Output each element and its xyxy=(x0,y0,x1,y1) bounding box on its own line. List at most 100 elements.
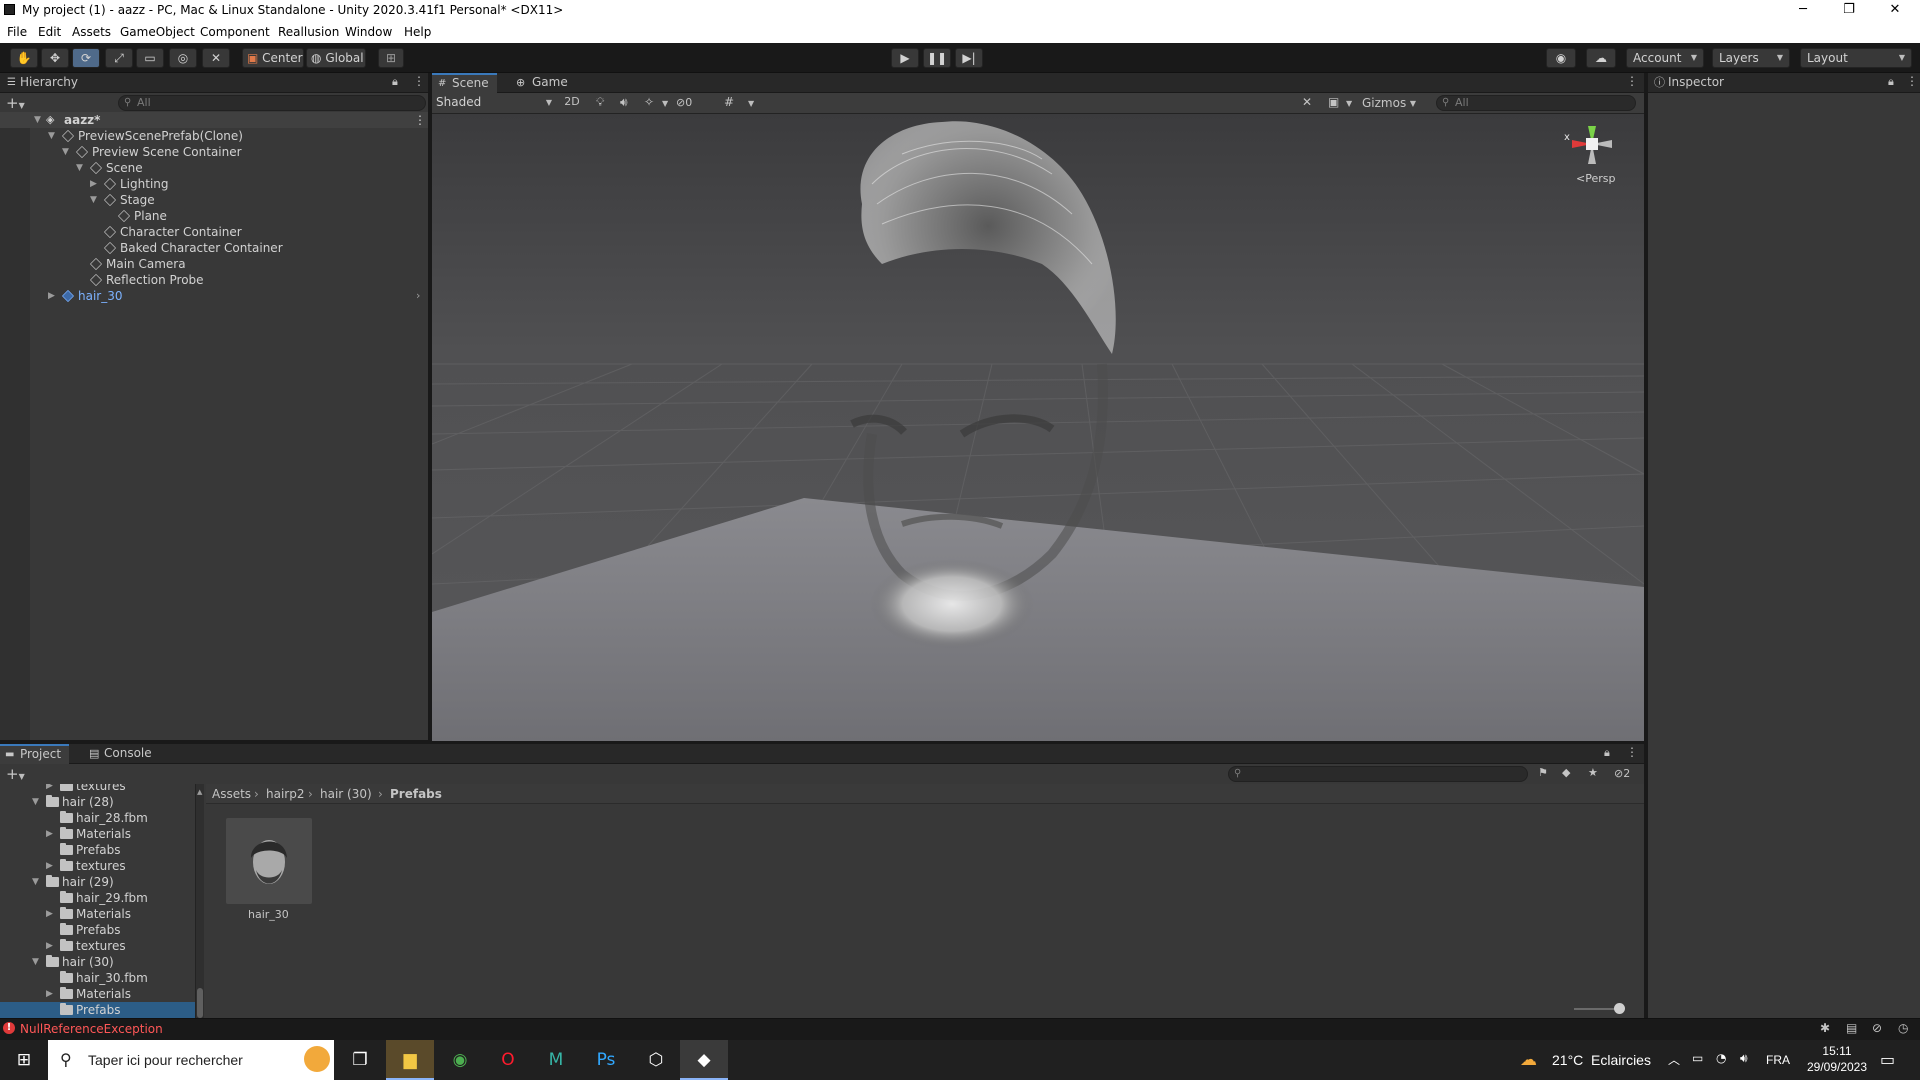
play-button[interactable]: ▶ xyxy=(891,48,919,68)
minimize-button[interactable]: ─ xyxy=(1780,0,1826,21)
lock-icon[interactable]: 🔒︎ xyxy=(392,75,398,89)
collab-button[interactable]: ◉ xyxy=(1546,48,1576,68)
kebab-menu-icon[interactable]: ⋮ xyxy=(413,74,425,88)
filter-label-icon[interactable]: ◆ xyxy=(1562,766,1570,779)
pivot-space-button[interactable]: ◍ Global xyxy=(306,48,366,68)
chevron-up-icon[interactable]: ︿ xyxy=(1668,1051,1680,1068)
folder-row[interactable]: ▼ hair (29) xyxy=(0,874,195,890)
unity-editor-button[interactable]: ◆ xyxy=(680,1040,728,1080)
menu-gameobject[interactable]: GameObject xyxy=(120,25,195,39)
hidden-packages-toggle[interactable]: ⊘2 xyxy=(1614,767,1630,780)
kebab-menu-icon[interactable]: ⋮ xyxy=(1626,74,1638,88)
scrollbar-thumb[interactable] xyxy=(197,988,203,1018)
clock[interactable]: 15:11 29/09/2023 xyxy=(1800,1043,1874,1079)
lock-icon[interactable]: 🔒︎ xyxy=(1888,75,1894,89)
hierarchy-row[interactable]: ▼ Scene xyxy=(0,160,428,176)
camera-icon[interactable]: ▣ xyxy=(1328,95,1339,109)
folder-row[interactable]: ▶ Materials xyxy=(0,826,195,842)
tab-hierarchy[interactable]: ☰ Hierarchy xyxy=(0,73,86,93)
menu-window[interactable]: Window xyxy=(345,25,392,39)
chevron-down-icon[interactable]: ▼ xyxy=(662,99,668,108)
hierarchy-row[interactable]: ▼ Preview Scene Container xyxy=(0,144,428,160)
folder-row[interactable]: ▶ textures xyxy=(0,784,195,794)
projection-label[interactable]: <Persp xyxy=(1576,172,1615,185)
scene-viewport[interactable]: y x 🔒︎ <Persp xyxy=(432,114,1644,741)
effects-toggle-icon[interactable]: ✧ xyxy=(644,95,654,109)
hierarchy-row[interactable]: Plane xyxy=(0,208,428,224)
grid-snap-button[interactable]: ⊞ xyxy=(378,48,404,68)
menu-component[interactable]: Component xyxy=(200,25,270,39)
hierarchy-row-prefab[interactable]: ▶ hair_30 › xyxy=(0,288,428,304)
lighting-toggle-icon[interactable]: 💡︎ xyxy=(596,95,604,110)
menu-edit[interactable]: Edit xyxy=(38,25,61,39)
folder-row[interactable]: ▶ textures xyxy=(0,858,195,874)
weather-text[interactable]: 21°C Eclaircies xyxy=(1552,1052,1651,1068)
asset-tile[interactable]: hair_30 xyxy=(224,818,314,930)
favorite-star-icon[interactable]: ★ xyxy=(1588,766,1598,779)
hierarchy-row[interactable]: Reflection Probe xyxy=(0,272,428,288)
shading-mode-dropdown[interactable]: Shaded ▼ xyxy=(436,95,554,111)
hierarchy-row[interactable]: Main Camera xyxy=(0,256,428,272)
status-error-message[interactable]: NullReferenceException xyxy=(20,1022,163,1036)
create-asset-button[interactable]: +▼ xyxy=(6,765,25,783)
audio-toggle-icon[interactable]: 🔊︎ xyxy=(620,95,628,110)
folder-row[interactable]: hair_28.fbm xyxy=(0,810,195,826)
tab-inspector[interactable]: ⓘ Inspector xyxy=(1648,73,1732,93)
add-object-button[interactable]: +▼ xyxy=(6,94,25,112)
thumbnail-size-slider[interactable] xyxy=(1574,1003,1625,1014)
folder-row[interactable]: ▶ Materials xyxy=(0,906,195,922)
slider-thumb[interactable] xyxy=(1614,1003,1625,1014)
folder-row-selected[interactable]: Prefabs xyxy=(0,1002,195,1018)
maya-button[interactable]: M xyxy=(532,1040,580,1080)
pivot-mode-button[interactable]: ▣ Center xyxy=(242,48,304,68)
folder-row[interactable]: hair_30.fbm xyxy=(0,970,195,986)
folder-row[interactable]: ▶ Materials xyxy=(0,986,195,1002)
opera-button[interactable]: O xyxy=(484,1040,532,1080)
folder-tree-scrollbar[interactable]: ▲ xyxy=(196,784,204,1020)
hierarchy-row[interactable]: ▼ Stage xyxy=(0,192,428,208)
account-dropdown[interactable]: Account ▼ xyxy=(1626,48,1704,68)
maximize-button[interactable]: ❐ xyxy=(1826,0,1872,21)
scale-tool-button[interactable]: ⤢ xyxy=(105,48,133,68)
network-icon[interactable]: ◔ xyxy=(1716,1051,1726,1065)
orientation-gizmo[interactable]: y x 🔒︎ <Persp xyxy=(1552,114,1644,204)
file-explorer-button[interactable]: ▆ xyxy=(386,1040,434,1080)
folder-row[interactable]: ▶ textures xyxy=(0,938,195,954)
tab-scene[interactable]: # Scene xyxy=(432,73,497,93)
folder-row[interactable]: ▼ hair (30) xyxy=(0,954,195,970)
windows-start-button[interactable]: ⊞ xyxy=(0,1040,48,1080)
menu-help[interactable]: Help xyxy=(404,25,431,39)
taskbar-search-box[interactable]: ⚲ Taper ici pour rechercher xyxy=(48,1040,334,1080)
volume-icon[interactable]: 🔊︎ xyxy=(1740,1051,1748,1066)
2d-toggle[interactable]: 2D xyxy=(560,95,584,111)
move-tool-button[interactable]: ✥ xyxy=(41,48,69,68)
step-button[interactable]: ▶| xyxy=(955,48,983,68)
menu-file[interactable]: File xyxy=(7,25,27,39)
tab-console[interactable]: ▤ Console xyxy=(84,744,160,764)
grid-toggle-icon[interactable]: # xyxy=(724,95,734,109)
layout-dropdown[interactable]: Layout ▼ xyxy=(1800,48,1912,68)
tools-icon[interactable]: ✕ xyxy=(1302,95,1312,109)
close-button[interactable]: ✕ xyxy=(1872,0,1918,21)
hierarchy-row[interactable]: ▼ PreviewScenePrefab(Clone) xyxy=(0,128,428,144)
unity-hub-button[interactable]: ⬡ xyxy=(632,1040,680,1080)
folder-row[interactable]: Prefabs xyxy=(0,842,195,858)
chevron-down-icon[interactable]: ▼ xyxy=(748,99,754,108)
scene-row-aazz[interactable]: ▼ ◈ aazz* ⋮ xyxy=(0,112,428,128)
breadcrumb-item[interactable]: hair (30) xyxy=(320,787,372,801)
open-prefab-arrow-icon[interactable]: › xyxy=(416,288,420,304)
hierarchy-row[interactable]: Character Container xyxy=(0,224,428,240)
gizmo-lock-icon[interactable]: 🔒︎ xyxy=(1620,114,1625,116)
filter-type-icon[interactable]: ⚑ xyxy=(1538,766,1548,779)
chevron-down-icon[interactable]: ▼ xyxy=(1346,99,1352,108)
notifications-icon[interactable]: ▭ xyxy=(1880,1050,1895,1069)
scroll-up-icon[interactable]: ▲ xyxy=(197,788,202,796)
rotate-tool-button[interactable]: ⟳ xyxy=(72,48,100,68)
gizmos-dropdown[interactable]: Gizmos ▼ xyxy=(1362,96,1416,110)
kebab-menu-icon[interactable]: ⋮ xyxy=(1906,74,1918,88)
hand-tool-button[interactable]: ✋ xyxy=(10,48,38,68)
folder-row[interactable]: hair_29.fbm xyxy=(0,890,195,906)
menu-assets[interactable]: Assets xyxy=(72,25,111,39)
custom-tool-button[interactable]: ✕ xyxy=(202,48,230,68)
breadcrumb-item[interactable]: hairp2 xyxy=(266,787,304,801)
